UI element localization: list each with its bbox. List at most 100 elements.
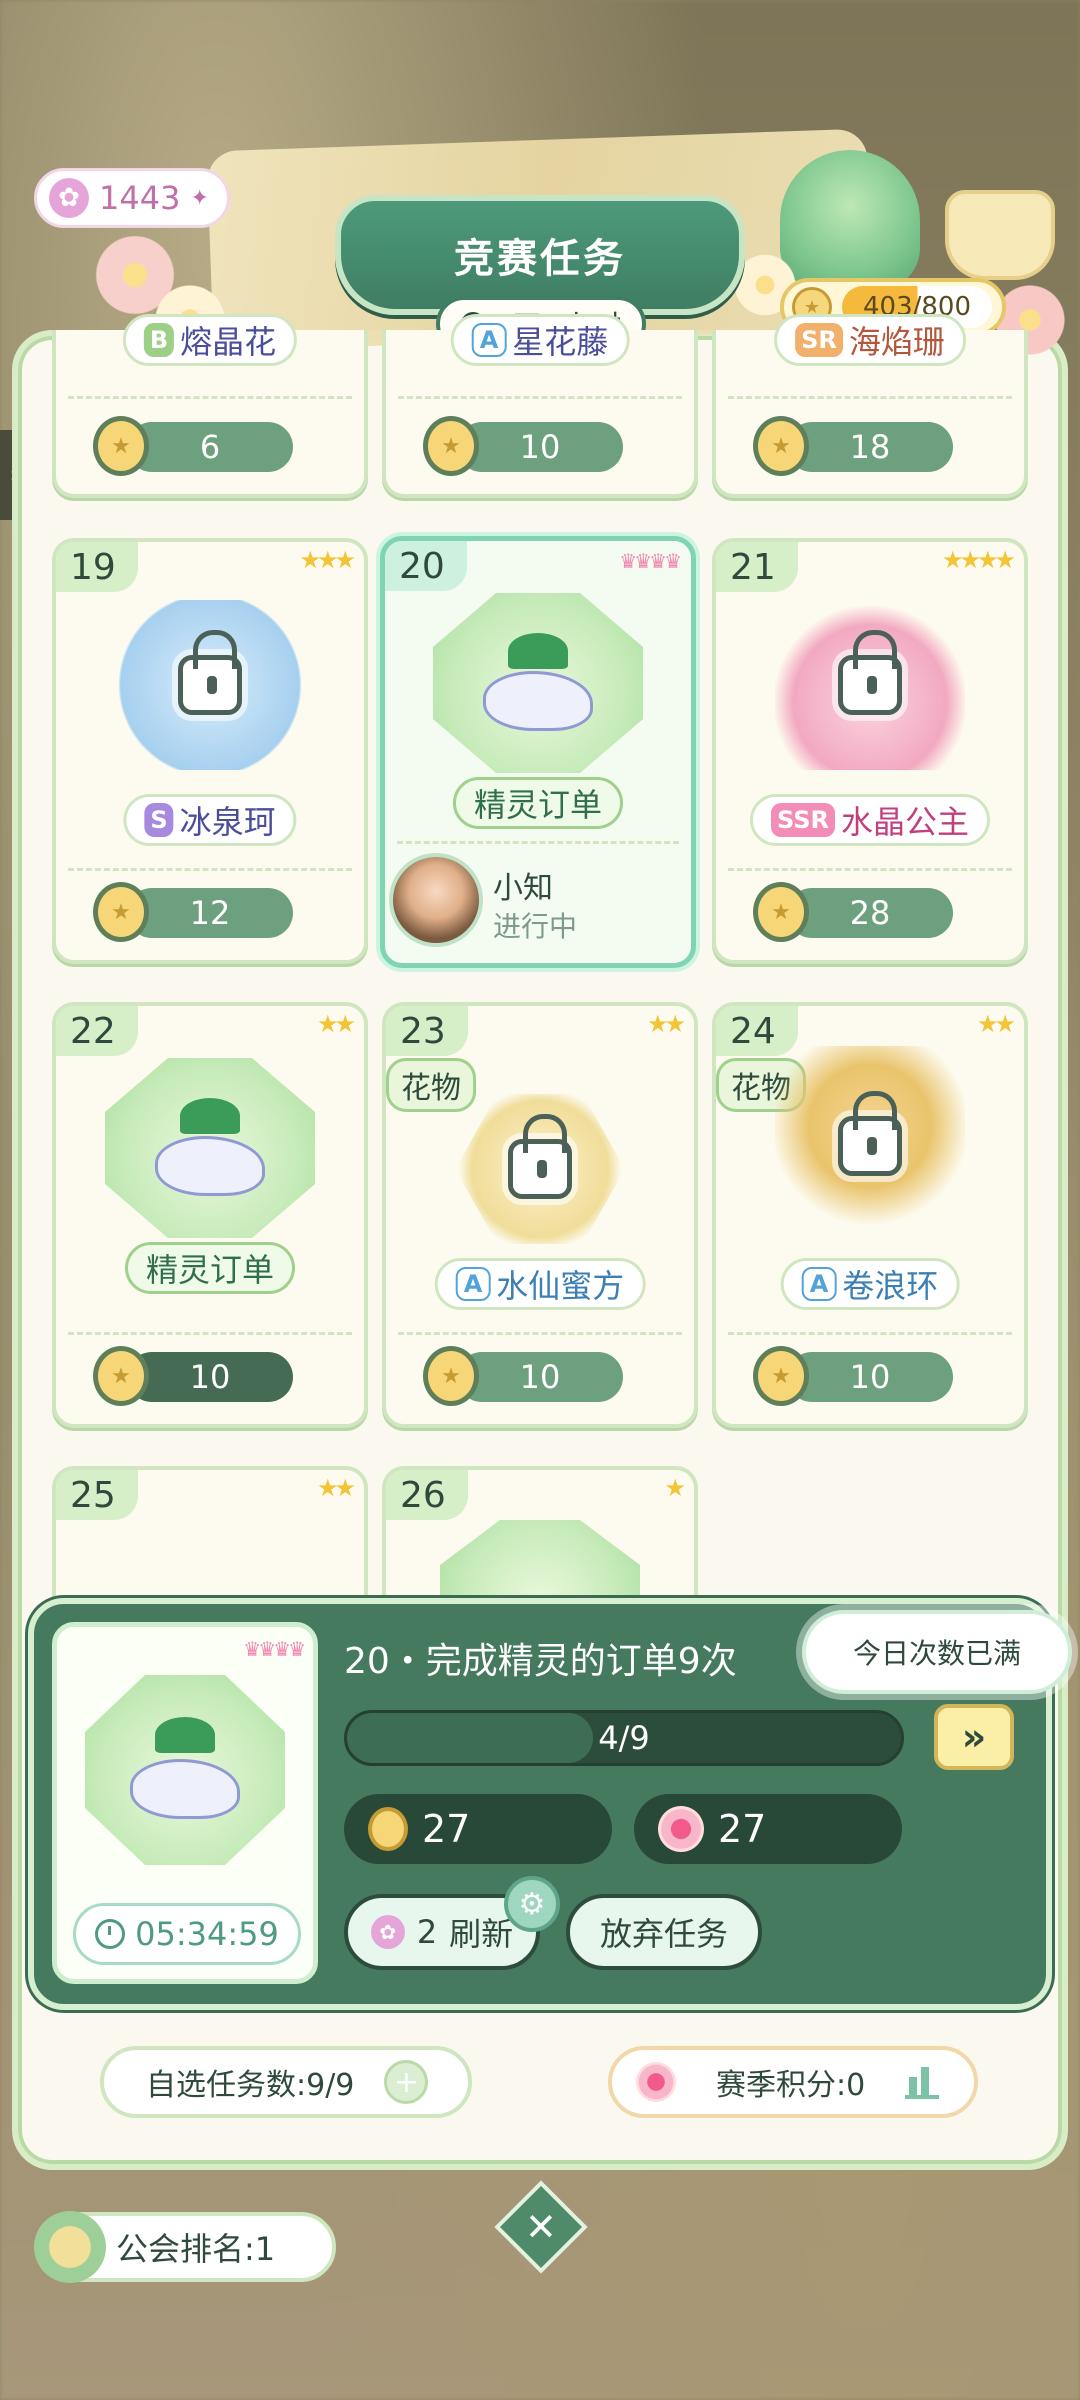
- rarity-badge: A: [801, 1267, 837, 1301]
- difficulty-crowns: ♛♛♛♛: [243, 1637, 306, 1661]
- card-number: 24: [716, 1006, 798, 1056]
- reward-value: 18: [849, 428, 891, 466]
- close-icon: ✕: [525, 2205, 557, 2249]
- reward-pill: 28: [753, 882, 953, 942]
- card-number: 25: [56, 1470, 138, 1520]
- medal-icon: [753, 1346, 809, 1406]
- player-avatar: [389, 853, 483, 947]
- task-name-pill: 精灵订单: [124, 1242, 296, 1294]
- plus-icon[interactable]: +: [384, 2060, 429, 2104]
- reward-pill: 10: [93, 1346, 293, 1406]
- task-card-21[interactable]: 21 ★★★★ SSR 水晶公主 28: [712, 538, 1028, 964]
- reward-value: 10: [519, 428, 561, 466]
- card-number: 21: [716, 542, 798, 592]
- task-card-19[interactable]: 19 ★★★ S 冰泉珂 12: [52, 538, 368, 964]
- divider: [728, 868, 1012, 871]
- task-status: 进行中: [493, 910, 578, 943]
- reward-pill: 12: [93, 882, 293, 942]
- card-number: 26: [386, 1470, 468, 1520]
- task-card-24[interactable]: 24 ★★ 花物 A 卷浪环 10: [712, 1002, 1028, 1428]
- divider: [68, 1332, 352, 1335]
- divider: [68, 396, 352, 399]
- clock-icon: [95, 1919, 126, 1949]
- spirit-order-art: [105, 1058, 315, 1238]
- selected-tasks-counter[interactable]: 自选任务数:9/9 +: [100, 2046, 472, 2118]
- task-name: 星花藤: [512, 323, 609, 361]
- lock-icon: [838, 1091, 902, 1176]
- rarity-badge: S: [144, 803, 174, 837]
- task-name-pill: SSR 水晶公主: [750, 794, 990, 846]
- gem-count: 1443: [99, 179, 181, 217]
- task-card-20-selected[interactable]: 20 ♛♛♛♛ 精灵订单 小知 进行中: [380, 536, 696, 968]
- refresh-label: 刷新: [449, 1915, 514, 1953]
- fast-forward-button[interactable]: »: [934, 1704, 1014, 1770]
- task-card-23[interactable]: 23 ★★ 花物 A 水仙蜜方 10: [382, 1002, 698, 1428]
- trophy-icon: [34, 2211, 106, 2283]
- card-number: 19: [56, 542, 138, 592]
- player-name: 小知: [493, 871, 553, 906]
- task-card[interactable]: A 星花藤 10: [382, 314, 698, 498]
- difficulty-stars: ★★: [976, 1010, 1016, 1038]
- season-points-text: 赛季积分:0: [716, 2068, 866, 2103]
- divider: [398, 1332, 682, 1335]
- medal-icon: [368, 1807, 408, 1851]
- medal-icon: [423, 416, 479, 476]
- difficulty-stars: ★★: [646, 1010, 686, 1038]
- difficulty-stars: ★★★★: [941, 546, 1016, 574]
- task-timer-text: 05:34:59: [135, 1915, 279, 1953]
- medal-icon: [753, 416, 809, 476]
- reward-pill: 6: [93, 416, 293, 476]
- sparkle-icon: ✦: [190, 185, 209, 211]
- spirit-order-art: [85, 1675, 285, 1865]
- guild-rank-button[interactable]: 公会排名:1: [34, 2211, 336, 2283]
- whale-icon: [155, 1136, 265, 1196]
- medal-icon: [423, 1346, 479, 1406]
- item-art: [775, 600, 965, 770]
- task-name: 水仙蜜方: [496, 1267, 625, 1305]
- refresh-count: 2: [416, 1913, 438, 1951]
- reward-value: 28: [849, 894, 891, 932]
- season-points-counter[interactable]: 赛季积分:0: [608, 2046, 978, 2118]
- task-card-22[interactable]: 22 ★★ 精灵订单 10: [52, 1002, 368, 1428]
- card-number: 22: [56, 1006, 138, 1056]
- leaf-lamp-decoration: [780, 150, 920, 290]
- rarity-badge: SSR: [771, 803, 835, 837]
- task-card[interactable]: SR 海焰珊 18: [712, 314, 1028, 498]
- task-card[interactable]: B 熔晶花 6: [52, 314, 368, 498]
- assigned-player: 小知 进行中: [389, 853, 689, 953]
- item-art: [775, 1046, 965, 1246]
- task-detail-image: ♛♛♛♛ 05:34:59: [52, 1622, 318, 1984]
- task-name: 熔晶花: [180, 323, 277, 361]
- gem-counter[interactable]: ✿ 1443 ✦: [34, 168, 230, 228]
- progress-text: 4/9: [598, 1719, 650, 1757]
- item-art: [455, 1094, 625, 1244]
- gear-icon[interactable]: ⚙: [504, 1876, 560, 1932]
- palm-tree-icon: [180, 1097, 240, 1134]
- card-number: 23: [386, 1006, 468, 1056]
- divider: [728, 396, 1012, 399]
- medal-icon: [753, 882, 809, 942]
- reward-pill: 10: [753, 1346, 953, 1406]
- task-name: 卷浪环: [842, 1267, 939, 1305]
- reward-pill: 10: [423, 1346, 623, 1406]
- ranking-chart-icon[interactable]: [905, 2065, 940, 2099]
- whale-icon: [483, 671, 593, 731]
- lock-icon: [178, 630, 242, 715]
- teacup-decoration: [945, 190, 1055, 280]
- selected-tasks-text: 自选任务数:9/9: [146, 2068, 355, 2103]
- divider: [728, 1332, 1012, 1335]
- task-title: 20・完成精灵的订单9次: [344, 1641, 737, 1682]
- card-number: 20: [385, 541, 467, 591]
- lock-icon: [838, 630, 902, 715]
- reward-value: 10: [519, 1358, 561, 1396]
- abandon-task-button[interactable]: 放弃任务: [566, 1894, 762, 1970]
- task-name: 冰泉珂: [179, 803, 276, 841]
- palm-tree-icon: [155, 1716, 215, 1753]
- star-gem-icon: ✿: [370, 1915, 405, 1949]
- star-gem-icon: ✿: [49, 178, 89, 218]
- task-name-pill: B 熔晶花: [122, 314, 298, 366]
- task-name-pill: S 冰泉珂: [123, 794, 297, 846]
- reward-value: 12: [189, 894, 231, 932]
- palm-tree-icon: [508, 632, 568, 669]
- guild-rank-text: 公会排名:1: [116, 2230, 276, 2268]
